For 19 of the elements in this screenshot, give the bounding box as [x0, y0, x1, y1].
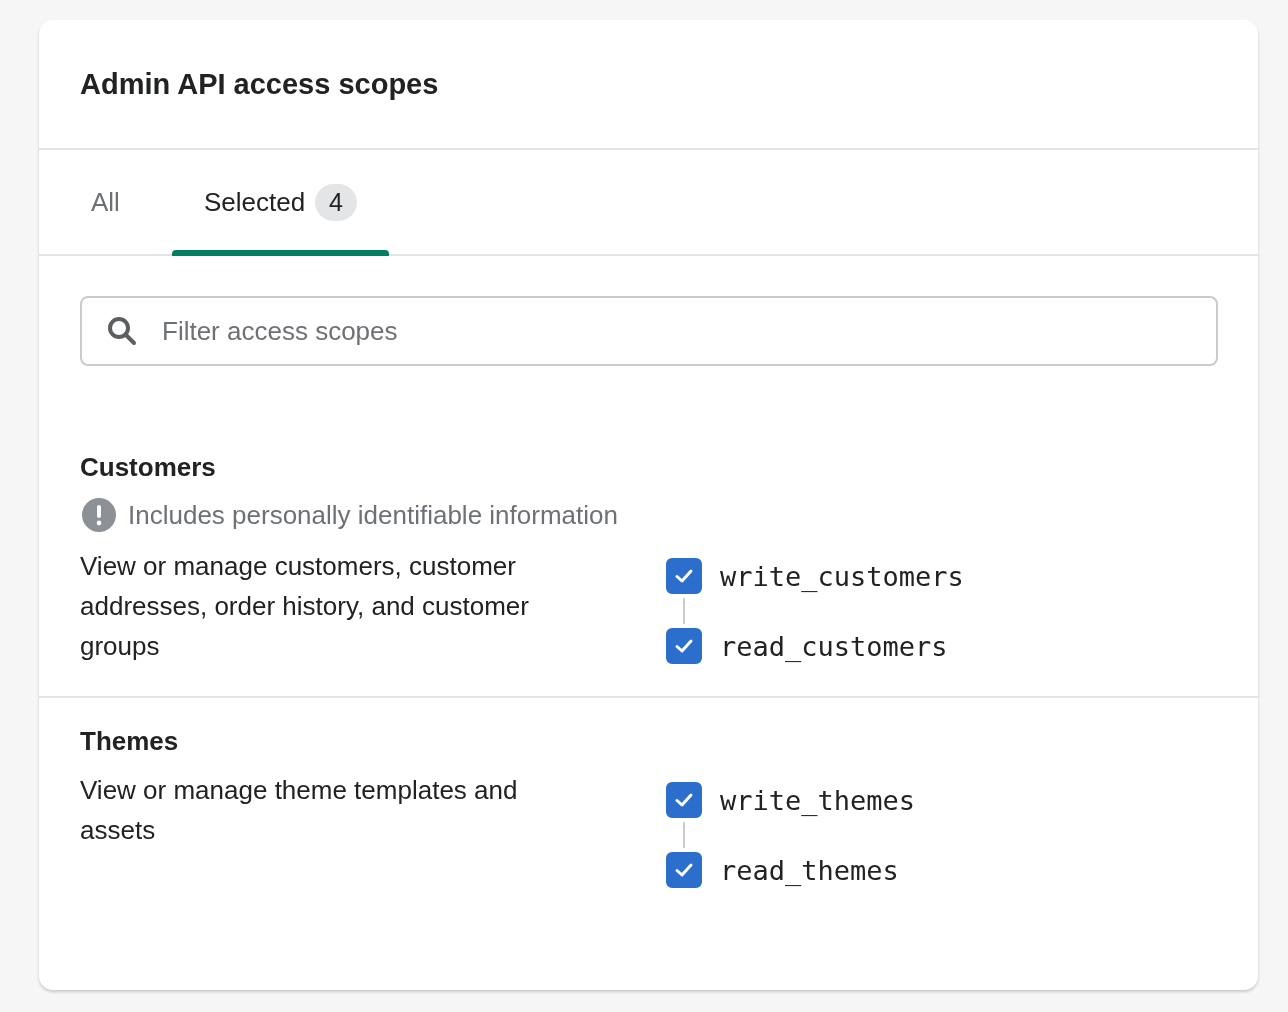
tab[interactable]: Selected 4 [171, 150, 389, 254]
tab[interactable]: All [59, 150, 152, 254]
scope-name: read_themes [720, 854, 899, 886]
card-title: Admin API access scopes [80, 67, 439, 101]
scope-name: write_themes [720, 784, 916, 816]
count-badge: 4 [315, 183, 357, 221]
search-field[interactable]: Filter access scopes [80, 296, 1218, 366]
section-description: View or manage theme templates and assets [80, 774, 519, 847]
notice-text: Includes personally identifiable information [128, 499, 618, 531]
section-title: Customers [80, 452, 217, 482]
scope-name: read_customers [720, 630, 948, 662]
section-title: Themes [80, 726, 180, 756]
checkbox[interactable] [666, 628, 702, 664]
alert-icon [82, 498, 116, 532]
scope-name: write_customers [720, 560, 964, 592]
section-description: View or manage customers, customer addresses, order history, and customer groups [80, 550, 530, 663]
checkbox[interactable] [666, 782, 702, 818]
checkbox[interactable] [666, 558, 702, 594]
checkbox[interactable] [666, 852, 702, 888]
